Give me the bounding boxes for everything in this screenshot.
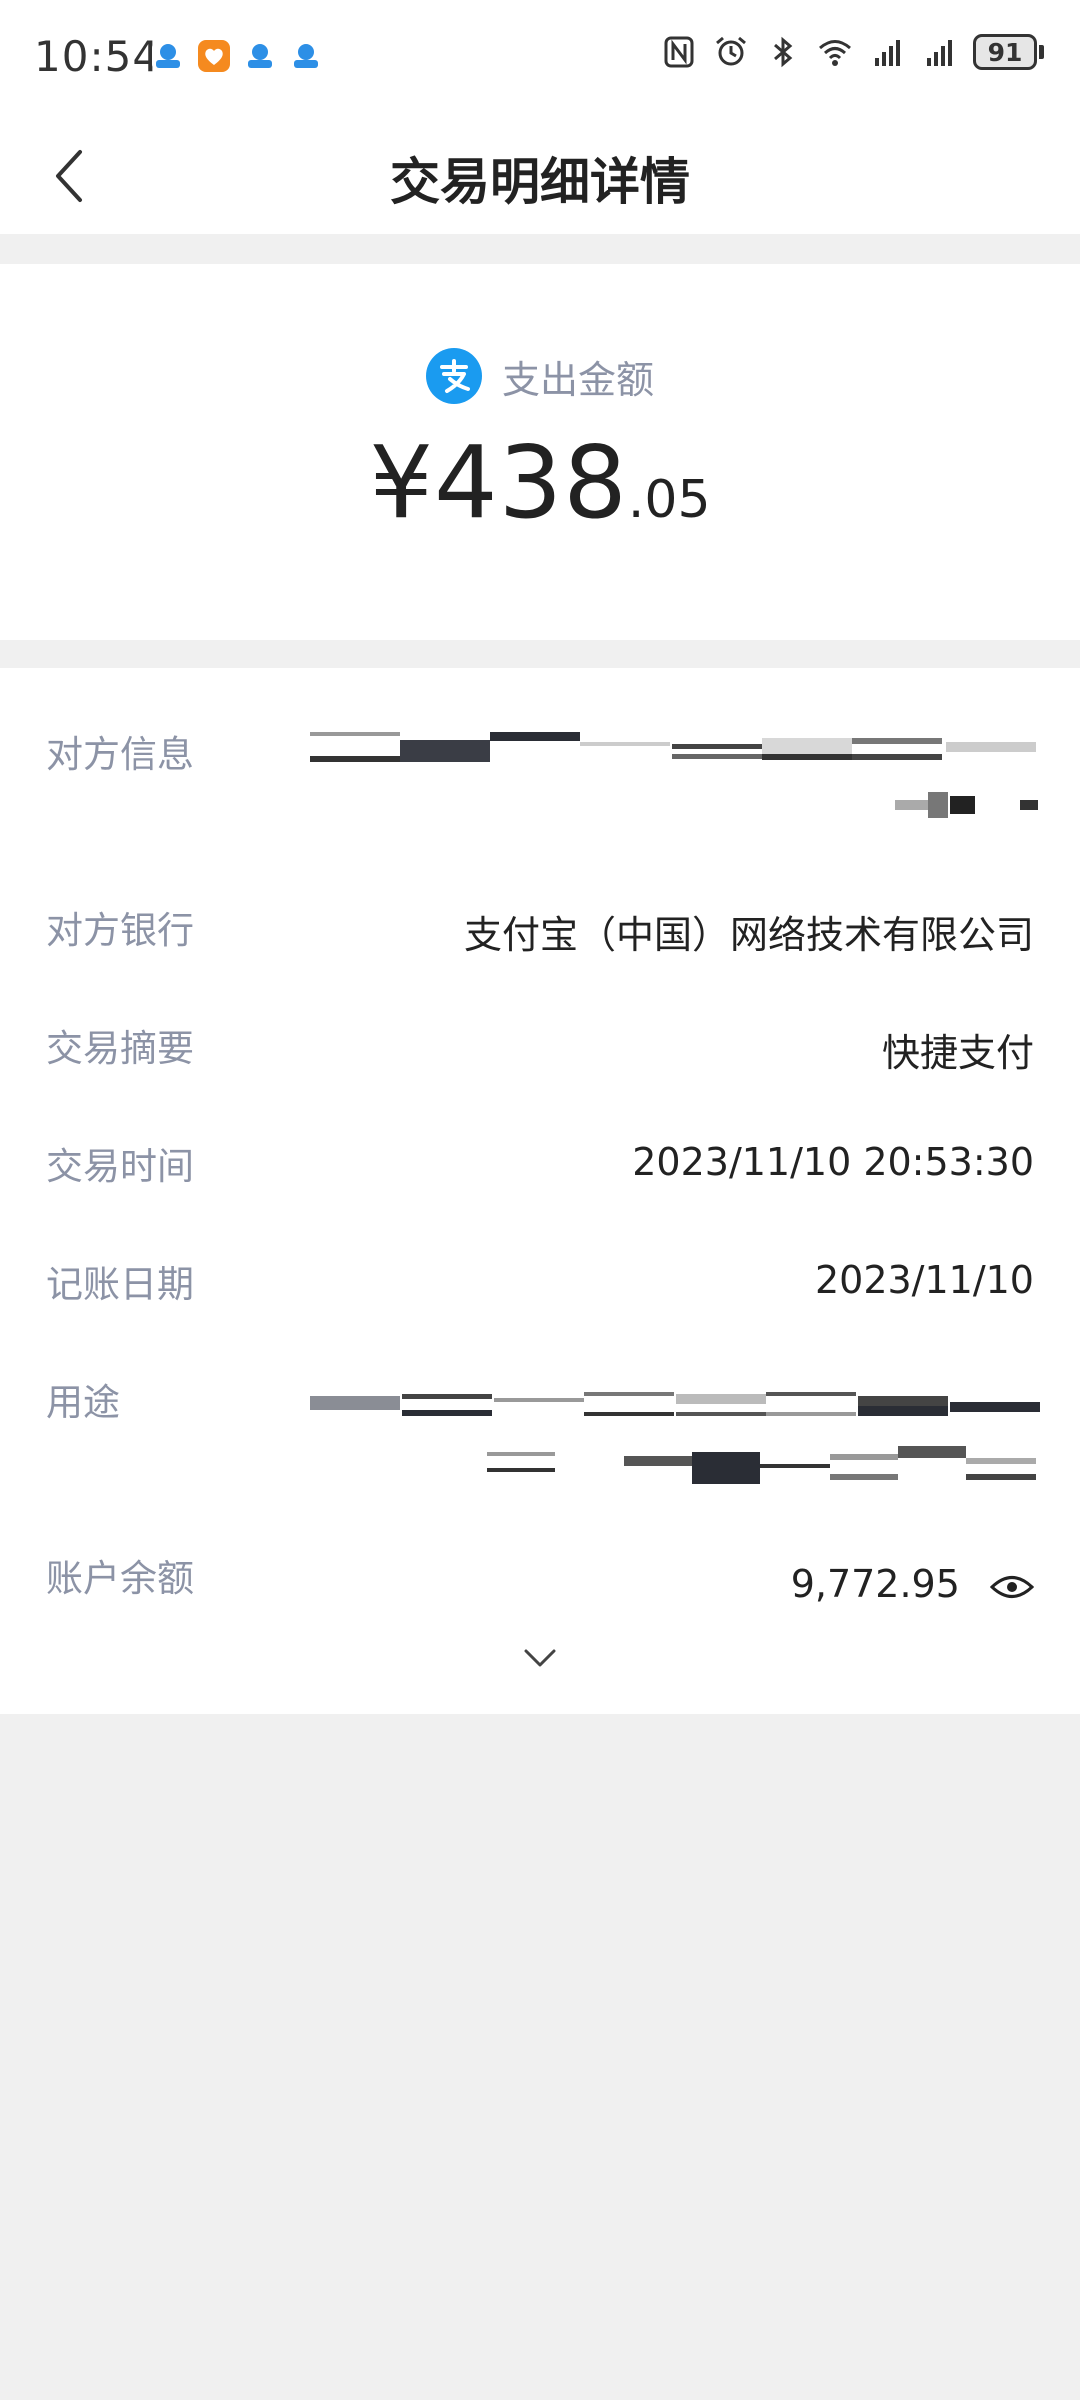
details-card: 对方信息 对方银行 支付宝（中国）网络技术有限公司 交易摘要 快捷支付 交易时间… (0, 668, 1080, 1714)
alipay-glyph-icon (439, 359, 470, 393)
redacted-value-block (310, 1392, 1040, 1484)
health-app-icon (198, 40, 230, 72)
amount-cents: .05 (627, 470, 711, 530)
battery-indicator: 91 (973, 34, 1044, 70)
eye-icon[interactable] (990, 1572, 1034, 1602)
amount-card: 支出金额 ¥438.05 (0, 264, 1080, 640)
app-notification-icon (244, 40, 276, 72)
wifi-icon (819, 40, 851, 66)
system-status-icons: 91 (661, 34, 1044, 70)
amount-label: 支出金额 (501, 357, 654, 402)
redacted-value-block (310, 732, 1038, 818)
alipay-icon (425, 348, 482, 404)
amount-label-row: 支出金额 (0, 348, 1080, 404)
detail-value: 支付宝（中国）网络技术有限公司 (463, 913, 1034, 957)
battery-tip (1039, 45, 1044, 59)
status-bar: 10:54 91 (0, 0, 1080, 118)
amount-value: ¥438.05 (0, 424, 1080, 541)
detail-value: 2023/11/10 20:53:30 (632, 1140, 1034, 1184)
app-notification-icon (152, 40, 184, 72)
detail-label: 对方信息 (46, 733, 194, 776)
app-notification-icon (290, 40, 322, 72)
nfc-icon (664, 36, 694, 68)
detail-label: 交易时间 (46, 1145, 194, 1188)
balance-value-wrap: 9,772.95 (791, 1562, 1034, 1606)
detail-value: 快捷支付 (881, 1031, 1034, 1075)
nav-bar: 交易明细详情 (0, 118, 1080, 234)
battery-level: 91 (973, 34, 1037, 70)
chevron-down-icon (524, 1649, 556, 1667)
detail-value: 2023/11/10 (814, 1258, 1034, 1302)
signal-4g-icon (927, 40, 952, 66)
detail-label: 账户余额 (46, 1557, 194, 1600)
signal-4g-icon (875, 40, 900, 66)
balance-value: 9,772.95 (790, 1562, 960, 1606)
amount-main: ¥438 (369, 424, 628, 541)
detail-label: 对方银行 (46, 909, 194, 952)
expand-button[interactable] (510, 1638, 570, 1678)
bluetooth-icon (774, 36, 793, 68)
notification-icons (150, 38, 324, 74)
alarm-icon (716, 36, 746, 66)
status-time: 10:54 (34, 32, 161, 81)
page-title: 交易明细详情 (390, 153, 690, 211)
detail-label: 用途 (46, 1381, 120, 1424)
detail-label: 交易摘要 (46, 1027, 194, 1070)
detail-label: 记账日期 (46, 1263, 194, 1306)
